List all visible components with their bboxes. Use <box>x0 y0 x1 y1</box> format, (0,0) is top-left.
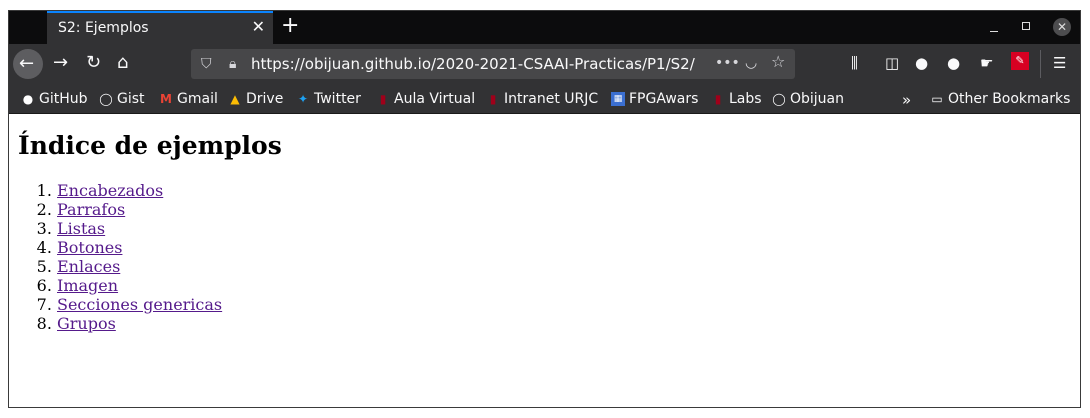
bookmarks-overflow-icon[interactable]: » <box>902 91 911 109</box>
link-encabezados[interactable]: Encabezados <box>57 181 163 200</box>
bookmark-label: Obijuan <box>790 91 845 107</box>
bookmark-fpgawars[interactable]: ▦ FPGAwars <box>611 91 698 107</box>
reload-icon[interactable]: ↻ <box>86 53 101 73</box>
list-item: Secciones genericas <box>57 295 222 314</box>
github-icon[interactable]: ● <box>947 54 960 72</box>
sidebar-icon[interactable]: ◫ <box>885 54 899 72</box>
bookmark-gmail[interactable]: M Gmail <box>159 91 218 107</box>
bookmark-label: Intranet URJC <box>504 91 599 107</box>
bookmark-label: Labs <box>729 91 762 107</box>
other-bookmarks[interactable]: ▭ Other Bookmarks <box>930 91 1070 107</box>
arrow-left-icon: ← <box>19 53 35 74</box>
toolbar-separator <box>1040 50 1041 78</box>
bookmarks-toolbar: ● GitHub ◯ Gist M Gmail ▲ Drive ✦ Twitte… <box>9 84 1080 114</box>
drive-icon: ▲ <box>230 92 240 106</box>
folder-icon: ▭ <box>931 92 943 106</box>
globe-icon: ◯ <box>772 92 786 106</box>
bookmark-github[interactable]: ● GitHub <box>21 91 88 107</box>
twitter-icon: ✦ <box>297 92 309 106</box>
list-item: Imagen <box>57 276 222 295</box>
tab-title: S2: Ejemplos <box>58 20 149 36</box>
bookmark-label: FPGAwars <box>629 91 699 107</box>
gmail-icon: M <box>160 92 172 106</box>
link-parrafos[interactable]: Parrafos <box>57 200 125 219</box>
link-grupos[interactable]: Grupos <box>57 314 116 333</box>
page-content: Índice de ejemplos Encabezados Parrafos … <box>9 114 1080 407</box>
list-item: Encabezados <box>57 181 222 200</box>
bookmark-gist[interactable]: ◯ Gist <box>99 91 145 107</box>
link-listas[interactable]: Listas <box>57 219 105 238</box>
bookmark-label: Aula Virtual <box>394 91 476 107</box>
lock-icon[interactable]: 🔒︎ <box>229 56 236 72</box>
bookmark-label: Drive <box>246 91 284 107</box>
list-item: Enlaces <box>57 257 222 276</box>
extension-icon[interactable]: ✎ <box>1011 52 1029 70</box>
new-tab-icon[interactable]: + <box>281 14 299 38</box>
browser-window: S2: Ejemplos ✕ + ✕ ← → ↻ ⌂ ⛉ 🔒︎ https://… <box>8 10 1081 408</box>
bookmark-obijuan[interactable]: ◯ Obijuan <box>772 91 844 107</box>
pocket-icon[interactable]: ◡ <box>745 55 757 71</box>
shield-icon[interactable]: ⛉ <box>201 56 212 72</box>
bookmark-labs[interactable]: ▮ Labs <box>711 91 762 107</box>
link-botones[interactable]: Botones <box>57 238 122 257</box>
fpgawars-icon: ▦ <box>611 92 625 106</box>
bookmark-label: Twitter <box>314 91 361 107</box>
url-text[interactable]: https://obijuan.github.io/2020-2021-CSAA… <box>251 55 695 73</box>
bookmark-aula-virtual[interactable]: ▮ Aula Virtual <box>376 91 475 107</box>
bookmark-intranet-urjc[interactable]: ▮ Intranet URJC <box>486 91 598 107</box>
list-item: Botones <box>57 238 222 257</box>
forward-icon[interactable]: → <box>53 53 68 73</box>
navigation-toolbar: ← → ↻ ⌂ ⛉ 🔒︎ https://obijuan.github.io/2… <box>9 44 1080 84</box>
tab-close-icon[interactable]: ✕ <box>252 19 265 35</box>
list-item: Grupos <box>57 314 222 333</box>
list-item: Listas <box>57 219 222 238</box>
bookmark-star-icon[interactable]: ☆ <box>771 54 785 70</box>
back-button[interactable]: ← <box>13 49 43 79</box>
github-icon: ● <box>22 92 34 106</box>
close-window-icon[interactable]: ✕ <box>1053 18 1071 36</box>
bookmark-label: Gmail <box>177 91 218 107</box>
bookmark-twitter[interactable]: ✦ Twitter <box>296 91 361 107</box>
tab-active[interactable]: S2: Ejemplos ✕ <box>47 11 273 44</box>
account-icon[interactable]: ● <box>915 54 928 72</box>
examples-list: Encabezados Parrafos Listas Botones Enla… <box>18 181 222 333</box>
page-heading: Índice de ejemplos <box>18 131 282 160</box>
link-secciones-genericas[interactable]: Secciones genericas <box>57 295 222 314</box>
more-actions-icon[interactable]: ••• <box>715 55 740 71</box>
gnome-icon[interactable]: ☛ <box>980 54 993 72</box>
urjc-icon: ▮ <box>489 92 497 106</box>
link-imagen[interactable]: Imagen <box>57 276 118 295</box>
minimize-icon[interactable] <box>987 18 1001 34</box>
bookmark-drive[interactable]: ▲ Drive <box>228 91 283 107</box>
home-icon[interactable]: ⌂ <box>117 53 128 73</box>
other-bookmarks-label: Other Bookmarks <box>948 91 1071 107</box>
maximize-icon[interactable] <box>1022 22 1030 30</box>
library-icon[interactable]: ⫼ <box>851 54 858 72</box>
link-enlaces[interactable]: Enlaces <box>57 257 120 276</box>
urjc-icon: ▮ <box>379 92 387 106</box>
urjc-icon: ▮ <box>714 92 722 106</box>
bookmark-label: Gist <box>117 91 145 107</box>
tab-bar: S2: Ejemplos ✕ + ✕ <box>9 11 1080 44</box>
globe-icon: ◯ <box>99 92 113 106</box>
url-bar[interactable]: ⛉ 🔒︎ https://obijuan.github.io/2020-2021… <box>191 49 795 79</box>
menu-icon[interactable]: ☰ <box>1053 54 1066 72</box>
list-item: Parrafos <box>57 200 222 219</box>
bookmark-label: GitHub <box>39 91 88 107</box>
